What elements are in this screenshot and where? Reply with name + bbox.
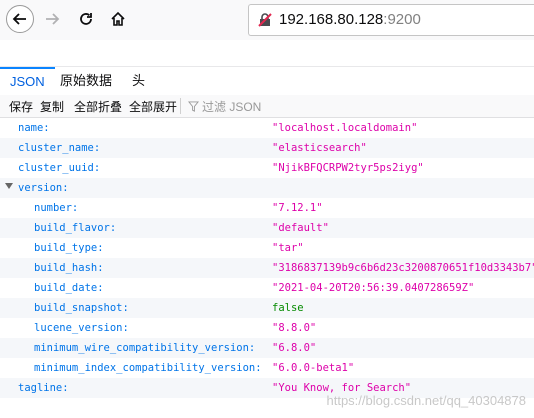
json-key: cluster_uuid: [18,162,101,174]
collapse-all-button[interactable]: 全部折叠 [74,98,122,115]
filter-json-input[interactable]: 过滤 JSON [188,98,261,115]
json-value: "tar" [272,242,304,254]
json-row[interactable]: build_type: "tar" [0,238,534,258]
json-row[interactable]: minimum_index_compatibility_version: "6.0… [0,358,534,378]
json-key: tagline: [18,382,69,394]
json-row[interactable]: build_date: "2021-04-20T20:56:39.04072865… [0,278,534,298]
home-icon [111,11,125,26]
back-button[interactable] [6,5,34,33]
json-key: build_flavor: [34,222,117,234]
url-port: :9200 [383,11,421,28]
json-row[interactable]: name: "localhost.localdomain" [0,118,534,138]
json-row[interactable]: number: "7.12.1" [0,198,534,218]
json-key: name: [18,122,50,134]
json-key: version: [18,182,69,194]
json-row[interactable]: build_flavor: "default" [0,218,534,238]
tab-raw-data[interactable]: 原始数据 [60,67,112,95]
json-key: build_hash: [34,262,104,274]
json-value: "3186837139b9c6b6d23c3200870651f10d3343b… [272,262,534,274]
expand-toggle-icon[interactable] [5,183,13,189]
reload-icon [80,13,92,25]
json-key: cluster_name: [18,142,101,154]
browser-toolbar: 192.168.80.128:9200 [0,0,534,40]
home-button[interactable] [104,5,132,33]
toolbar-divider [180,98,181,114]
save-button[interactable]: 保存 [9,98,33,115]
forward-button[interactable] [38,5,66,33]
json-row[interactable]: version: [0,178,534,198]
arrow-left-icon [12,13,26,25]
copy-button[interactable]: 复制 [40,98,64,115]
tab-headers[interactable]: 头 [132,67,145,95]
json-value: "elasticsearch" [272,142,367,154]
filter-placeholder: 过滤 JSON [202,100,262,114]
arrow-right-icon [46,13,60,25]
json-row[interactable]: build_snapshot: false [0,298,534,318]
json-value: "7.12.1" [272,202,323,214]
json-value: "6.0.0-beta1" [272,362,355,374]
json-row[interactable]: lucene_version: "8.8.0" [0,318,534,338]
viewer-tabs: JSON 原始数据 头 [0,66,534,96]
json-key: build_date: [34,282,104,294]
url-text: 192.168.80.128:9200 [279,11,421,28]
json-key: number: [34,202,79,214]
json-value: false [272,302,304,314]
json-key: minimum_index_compatibility_version: [34,362,262,374]
json-key: minimum_wire_compatibility_version: [34,342,256,354]
json-key: build_snapshot: [34,302,129,314]
json-value: "default" [272,222,329,234]
json-value: "2021-04-20T20:56:39.040728659Z" [272,282,475,294]
json-row[interactable]: cluster_name: "elasticsearch" [0,138,534,158]
json-value: "NjikBFQCRPW2tyr5ps2iyg" [272,162,424,174]
json-value: "8.8.0" [272,322,317,334]
address-bar[interactable]: 192.168.80.128:9200 [248,4,534,36]
url-host: 192.168.80.128 [279,11,384,28]
json-value: "localhost.localdomain" [272,122,418,134]
tab-json[interactable]: JSON [0,67,55,97]
watermark: https://blog.csdn.net/qq_40304878 [326,393,527,408]
insecure-lock-icon[interactable] [257,12,273,33]
json-value: "6.8.0" [272,342,317,354]
expand-all-button[interactable]: 全部展开 [129,98,177,115]
json-row[interactable]: cluster_uuid: "NjikBFQCRPW2tyr5ps2iyg" [0,158,534,178]
filter-icon [188,101,199,112]
json-key: lucene_version: [34,322,129,334]
json-key: build_type: [34,242,104,254]
json-row[interactable]: build_hash: "3186837139b9c6b6d23c32008706… [0,258,534,278]
json-row[interactable]: minimum_wire_compatibility_version: "6.8.… [0,338,534,358]
json-toolbar: 保存 复制 全部折叠 全部展开 过滤 JSON [0,95,534,118]
reload-button[interactable] [72,5,100,33]
